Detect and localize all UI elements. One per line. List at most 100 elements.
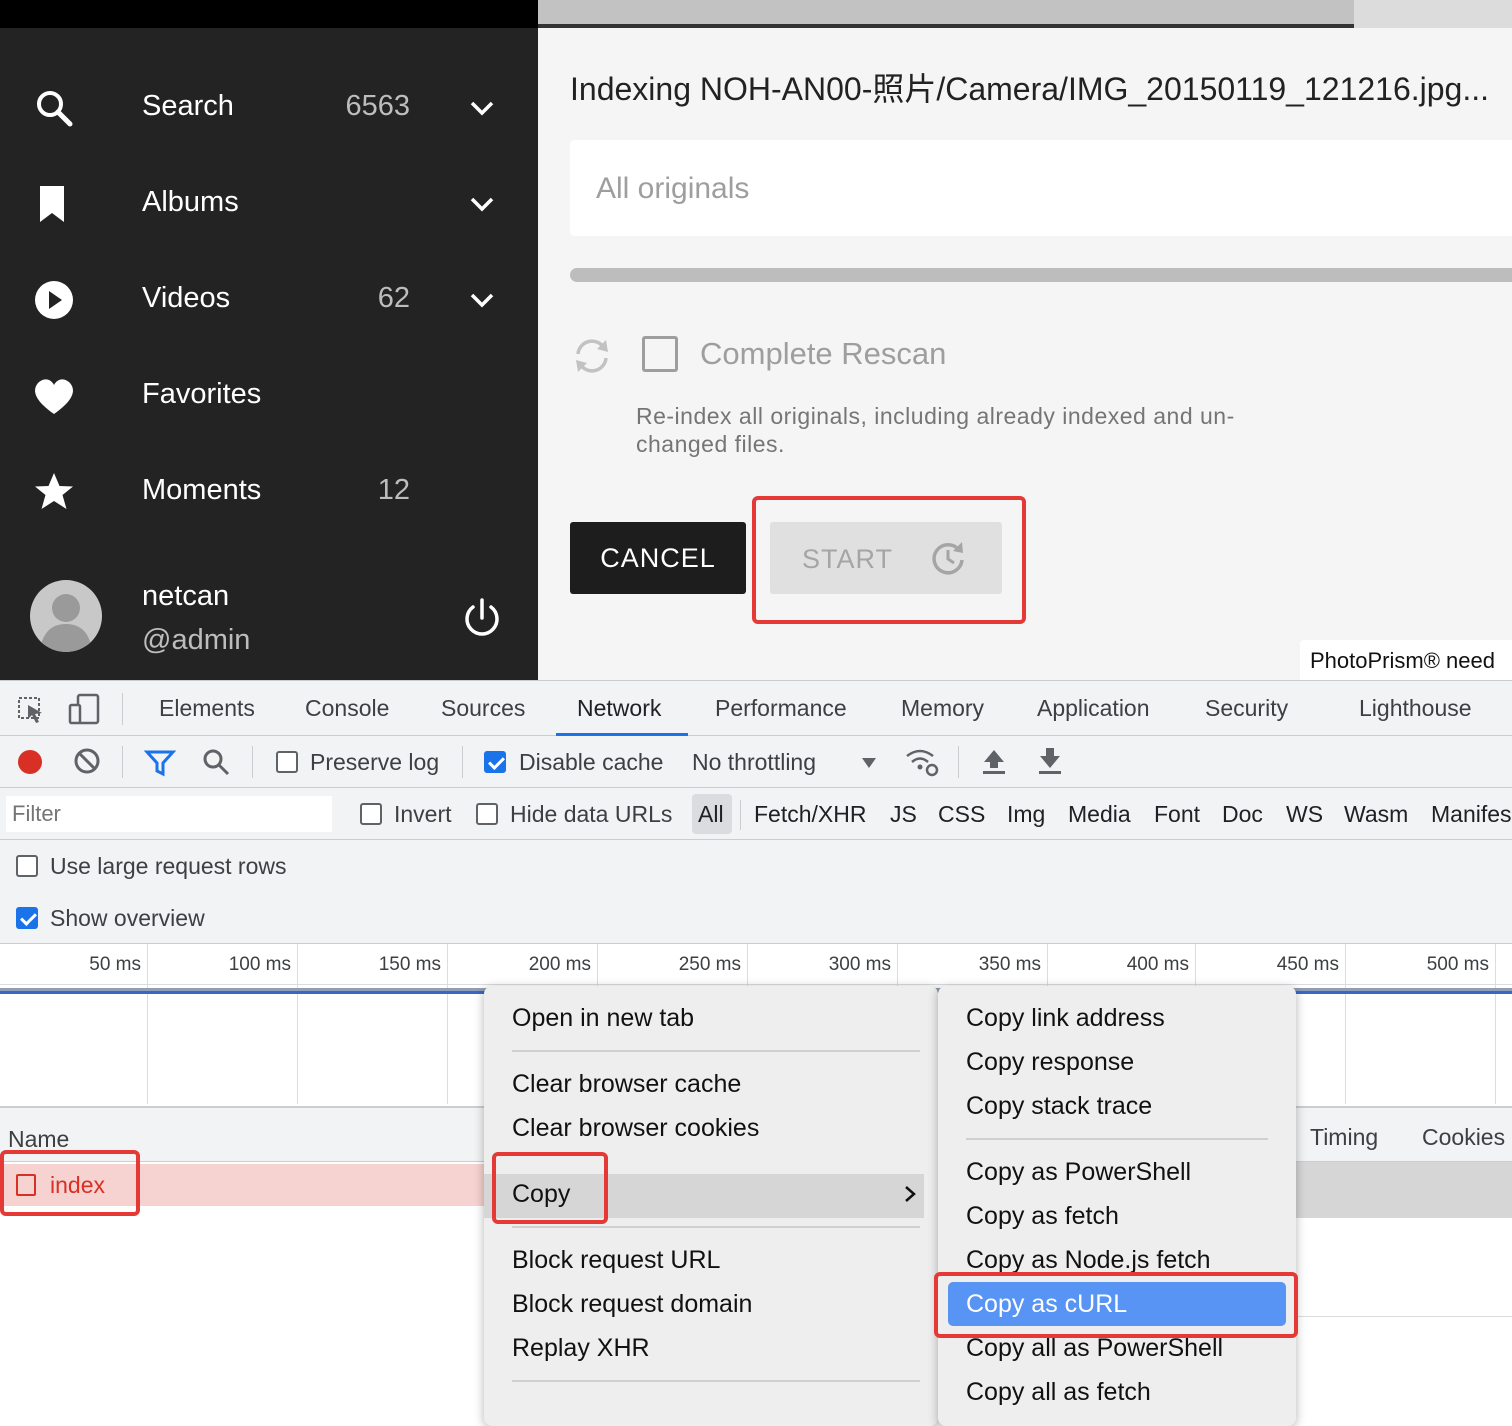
search-icon[interactable] [200,746,232,778]
type-filter-fetch-xhr[interactable]: Fetch/XHR [754,801,866,828]
user-handle: @admin [142,624,251,656]
submenu-copy-all-as-powershell[interactable]: Copy all as PowerShell [966,1334,1223,1363]
network-conditions-icon[interactable] [904,746,940,778]
copy-submenu: Copy link address Copy response Copy sta… [938,986,1296,1426]
hide-data-urls-checkbox[interactable] [476,803,498,825]
show-overview-label: Show overview [50,905,205,931]
sidebar-item-albums[interactable]: Albums [0,156,538,252]
submenu-copy-stack-trace[interactable]: Copy stack trace [966,1092,1152,1121]
disable-cache-checkbox[interactable] [484,751,506,773]
submenu-copy-as-fetch[interactable]: Copy as fetch [966,1202,1119,1231]
toolbar-separator [958,746,959,778]
filter-input[interactable] [6,796,332,832]
timeline-header-line [0,984,1512,985]
submenu-copy-all-as-fetch[interactable]: Copy all as fetch [966,1378,1151,1407]
complete-rescan-checkbox[interactable] [642,336,678,372]
menu-item-clear-cookies[interactable]: Clear browser cookies [512,1114,759,1143]
submenu-copy-as-powershell[interactable]: Copy as PowerShell [966,1158,1191,1187]
tab-elements[interactable]: Elements [159,695,255,722]
large-rows-label: Use large request rows [50,853,287,879]
tab-network[interactable]: Network [577,695,661,722]
power-icon[interactable] [460,596,504,640]
submenu-copy-as-nodejs-fetch[interactable]: Copy as Node.js fetch [966,1246,1211,1275]
toolbar-separator [122,693,123,725]
type-filter-css[interactable]: CSS [938,801,985,828]
chevron-right-icon [905,1186,916,1202]
record-icon[interactable] [14,746,46,778]
large-rows-checkbox[interactable] [16,855,38,877]
throttling-select[interactable]: No throttling [692,749,816,776]
type-filter-font[interactable]: Font [1154,801,1200,828]
submenu-copy-response[interactable]: Copy response [966,1048,1134,1077]
complete-rescan-label: Complete Rescan [700,336,947,371]
copy-highlight-box [492,1152,608,1224]
inspect-element-icon[interactable] [16,695,46,725]
sidebar: Search 6563 Albums Videos 62 Favorites M… [0,0,538,680]
chevron-down-icon[interactable] [466,92,498,124]
column-name[interactable]: Name [8,1126,69,1153]
tab-performance[interactable]: Performance [715,695,847,722]
sidebar-item-favorites[interactable]: Favorites [0,348,538,444]
menu-separator [512,1380,920,1382]
menu-item-block-url[interactable]: Block request URL [512,1246,720,1275]
user-silhouette-icon [40,594,92,652]
type-filter-media[interactable]: Media [1068,801,1131,828]
devtools-tabbar: Elements Console Sources Network Perform… [0,680,1512,736]
timeline-tick-label: 200 ms [528,954,591,975]
network-filterbar: Invert Hide data URLs All Fetch/XHR JS C… [0,788,1512,840]
column-timing[interactable]: Timing [1310,1124,1378,1151]
tab-sources[interactable]: Sources [441,695,525,722]
sync-icon [576,339,608,373]
timeline-tick-label: 250 ms [678,954,741,975]
menu-item-clear-cache[interactable]: Clear browser cache [512,1070,741,1099]
user-panel: netcan @admin [0,570,538,680]
menu-item-open-new-tab[interactable]: Open in new tab [512,1004,694,1033]
tab-memory[interactable]: Memory [901,695,984,722]
menu-item-replay-xhr[interactable]: Replay XHR [512,1334,650,1363]
chevron-down-icon[interactable] [466,284,498,316]
type-filter-manifest[interactable]: Manifes [1431,801,1512,828]
tab-security[interactable]: Security [1205,695,1288,722]
show-overview-checkbox[interactable] [16,907,38,929]
sidebar-item-videos[interactable]: Videos 62 [0,252,538,348]
import-har-icon[interactable] [980,746,1008,776]
preserve-log-checkbox[interactable] [276,751,298,773]
avatar[interactable] [30,580,102,652]
originals-path-select[interactable]: All originals [570,140,1512,236]
index-highlight-box [0,1150,140,1216]
sidebar-item-moments[interactable]: Moments 12 [0,444,538,540]
bookmark-icon [40,186,64,222]
export-har-icon[interactable] [1036,746,1064,776]
clear-icon[interactable] [72,746,102,776]
type-filter-wasm[interactable]: Wasm [1344,801,1408,828]
dropdown-arrow-icon[interactable] [860,756,878,770]
type-filter-doc[interactable]: Doc [1222,801,1263,828]
submenu-copy-link-address[interactable]: Copy link address [966,1004,1165,1033]
type-filter-js[interactable]: JS [890,801,917,828]
tab-application[interactable]: Application [1037,695,1150,722]
tab-console[interactable]: Console [305,695,389,722]
top-strip-right [1354,0,1512,28]
filter-icon[interactable] [144,748,176,778]
type-filter-ws[interactable]: WS [1286,801,1323,828]
menu-item-block-domain[interactable]: Block request domain [512,1290,752,1319]
sidebar-topbar [0,0,538,28]
invert-checkbox[interactable] [360,803,382,825]
user-name: netcan [142,580,230,612]
toolbar-separator [252,746,253,778]
type-filter-img[interactable]: Img [1007,801,1045,828]
cancel-button[interactable]: CANCEL [570,522,746,594]
device-toolbar-icon[interactable] [66,693,102,725]
tab-lighthouse[interactable]: Lighthouse [1359,695,1472,722]
path-placeholder: All originals [596,172,750,205]
timeline-tick: 500 ms [1346,944,1496,1104]
sidebar-item-count: 6563 [345,90,410,122]
type-filter-all[interactable]: All [698,801,724,828]
sidebar-item-search[interactable]: Search 6563 [0,60,538,156]
top-progress-line [538,24,1354,28]
timeline-tick-label: 350 ms [978,954,1041,975]
timeline-tick-label: 100 ms [228,954,291,975]
chevron-down-icon[interactable] [466,188,498,220]
column-cookies[interactable]: Cookies [1422,1124,1505,1151]
menu-separator [512,1226,920,1228]
